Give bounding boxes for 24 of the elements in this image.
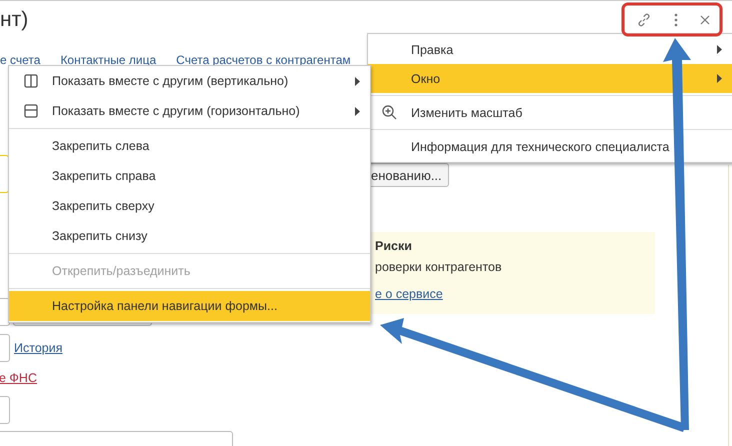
menu-item[interactable]: Закрепить снизу [9,221,370,251]
split-horizontal-icon [24,104,38,118]
menu-item[interactable]: Закрепить сверху [9,191,370,221]
menu-item[interactable]: Информация для технического специалиста [368,132,732,161]
menu-item[interactable]: Настройка панели навигации формы... [9,291,370,321]
menu-item[interactable]: Показать вместе с другим (горизонтально) [9,96,370,126]
split-vertical-icon [24,74,38,88]
panel-text: роверки контрагентов [375,260,503,276]
menu-item[interactable]: Закрепить слева [9,131,370,161]
history-link[interactable]: История [14,341,62,355]
menu-item[interactable]: Показать вместе с другим (вертикально) [9,66,370,96]
menu-item[interactable]: Окно [368,64,732,93]
menu-item[interactable]: Правка [368,35,732,64]
menu-item[interactable]: Изменить масштаб [368,98,732,127]
panel-heading: Риски [375,238,413,255]
tab-link[interactable]: Счета расчетов с контрагентам [176,53,351,67]
zoom-in-icon [382,105,397,120]
tab-link[interactable]: Контактные лица [60,53,156,67]
tab-link[interactable]: е счета [0,53,40,67]
link-icon[interactable] [636,12,652,28]
more-icon[interactable] [674,13,678,27]
close-icon[interactable] [700,15,710,25]
form-title: нт) [0,8,28,32]
service-link[interactable]: е о сервисе [375,287,443,301]
